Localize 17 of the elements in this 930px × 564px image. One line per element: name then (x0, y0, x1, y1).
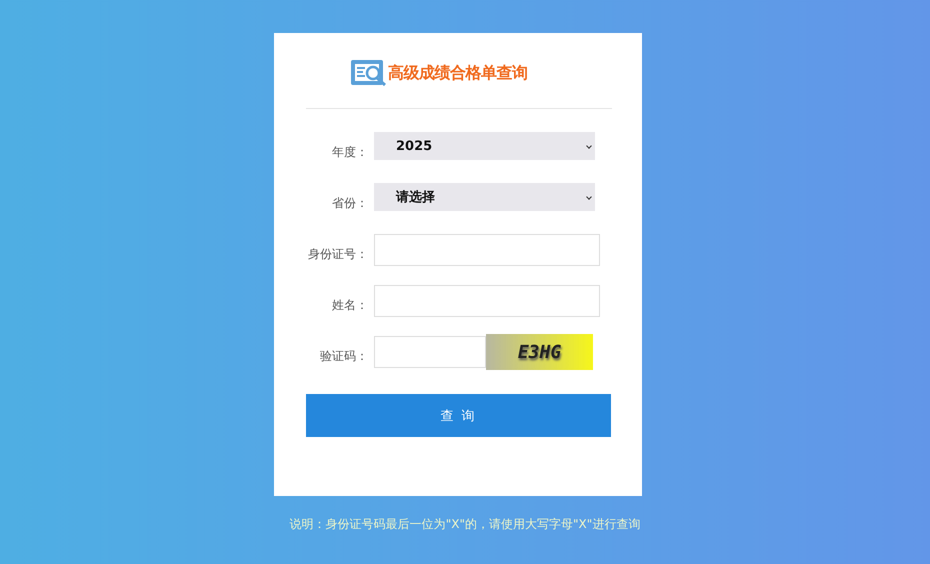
input-field[interactable] (374, 336, 486, 368)
field-label: 身份证号： (307, 246, 368, 262)
page-title: 高级成绩合格单查询 (388, 62, 528, 84)
caret-icon (586, 143, 592, 149)
captcha-image[interactable]: E3HG (486, 334, 593, 370)
query-button[interactable]: 查 询 (306, 394, 611, 437)
field-label: 姓名： (331, 296, 368, 314)
input-field[interactable] (374, 234, 600, 266)
input-field[interactable] (374, 285, 600, 317)
field-label: 年度： (331, 144, 368, 160)
note-text: 说明：身份证号码最后一位为"X"的，请使用大写字母"X"进行查询 (290, 516, 640, 533)
dropdown[interactable]: 2025 (374, 132, 595, 160)
field-label: 省份： (331, 194, 368, 212)
field-label: 验证码： (319, 348, 368, 364)
dropdown[interactable]: 请选择 (374, 183, 595, 211)
caret-icon (586, 194, 592, 200)
search-list-icon (350, 59, 388, 87)
